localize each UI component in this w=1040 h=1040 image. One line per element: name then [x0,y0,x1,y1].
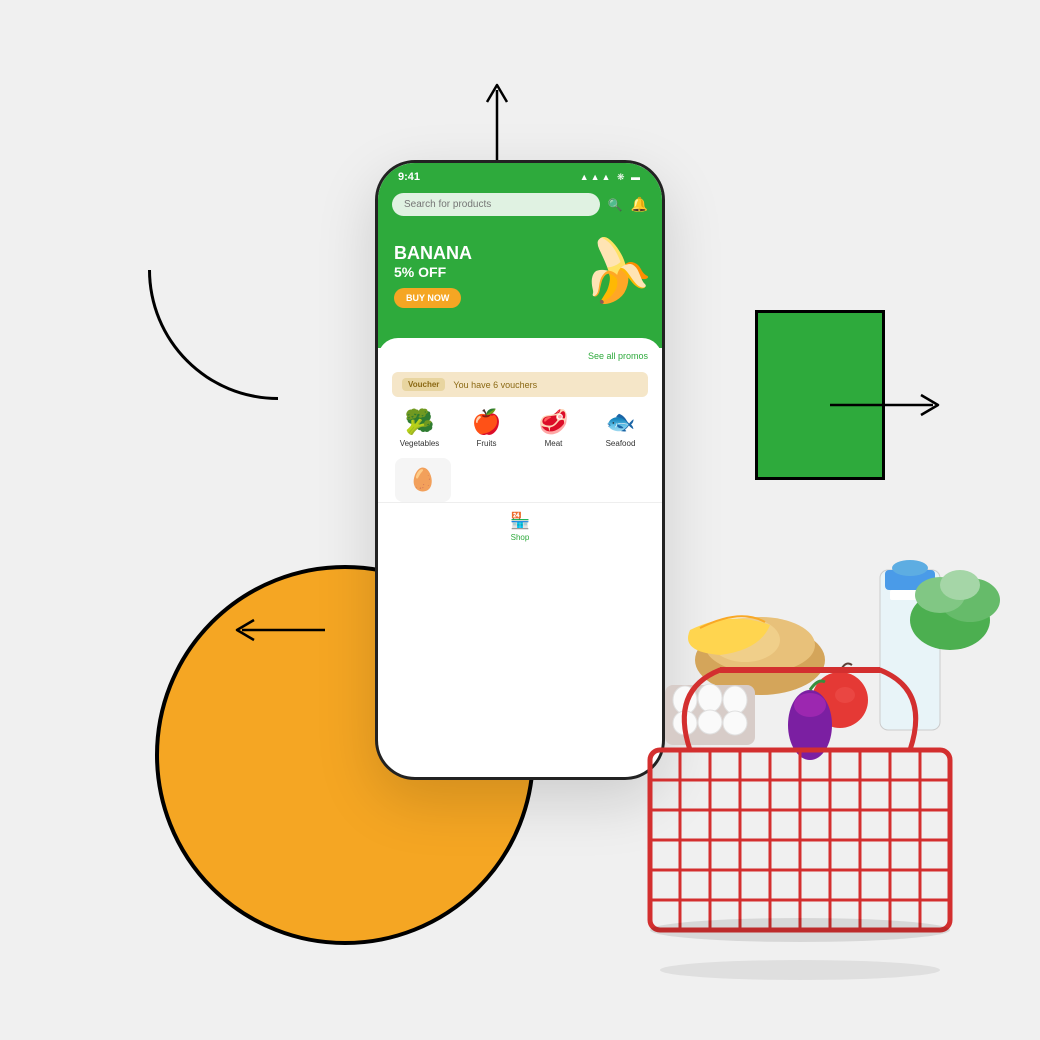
promo-banner: BANANA 5% OFF BUY NOW 🍌 [378,228,662,348]
bell-icon[interactable]: 🔔 [631,196,648,213]
search-bar: 🔍 🔔 [378,187,662,228]
seafood-icon: 🐟 [606,411,636,435]
shop-icon: 🏪 [510,511,530,531]
status-bar: 9:41 ▲▲▲ ❋ ▬ [378,163,662,187]
search-icon: 🔍 [608,198,623,212]
fruits-icon: 🍎 [472,411,502,435]
search-input[interactable] [392,193,600,216]
shop-label: Shop [511,533,530,542]
quarter-circle-decoration [148,270,278,400]
meat-icon: 🥩 [539,411,569,435]
category-fruits[interactable]: 🍎 Fruits [455,411,518,448]
basket-svg [590,540,1010,980]
fruits-label: Fruits [477,439,497,448]
voucher-text: You have 6 vouchers [453,380,537,390]
milk-eggs-image: 🥚 [395,458,451,502]
category-meat[interactable]: 🥩 Meat [522,411,585,448]
content-section: See all promos Voucher You have 6 vouche… [378,338,662,548]
vegetables-label: Vegetables [400,439,440,448]
vegetables-icon: 🥦 [405,411,435,435]
nav-shop[interactable]: 🏪 Shop [510,511,530,542]
status-icons: ▲▲▲ ❋ ▬ [580,172,642,183]
seafood-label: Seafood [606,439,636,448]
arrow-left-icon [230,615,330,645]
categories-row: 🥦 Vegetables 🍎 Fruits 🥩 Meat 🐟 Seafood [378,401,662,454]
status-time: 9:41 [398,171,420,183]
buy-now-button[interactable]: BUY NOW [394,288,461,308]
category-vegetables[interactable]: 🥦 Vegetables [388,411,451,448]
grocery-basket-overlay [590,540,1010,980]
arrow-right-icon [825,390,945,420]
banana-image: 🍌 [569,225,660,313]
promos-row: See all promos [378,338,662,368]
voucher-badge: Voucher [402,378,445,391]
voucher-bar: Voucher You have 6 vouchers [392,372,648,397]
see-all-promos-link[interactable]: See all promos [588,351,648,361]
category-seafood[interactable]: 🐟 Seafood [589,411,652,448]
meat-label: Meat [545,439,563,448]
